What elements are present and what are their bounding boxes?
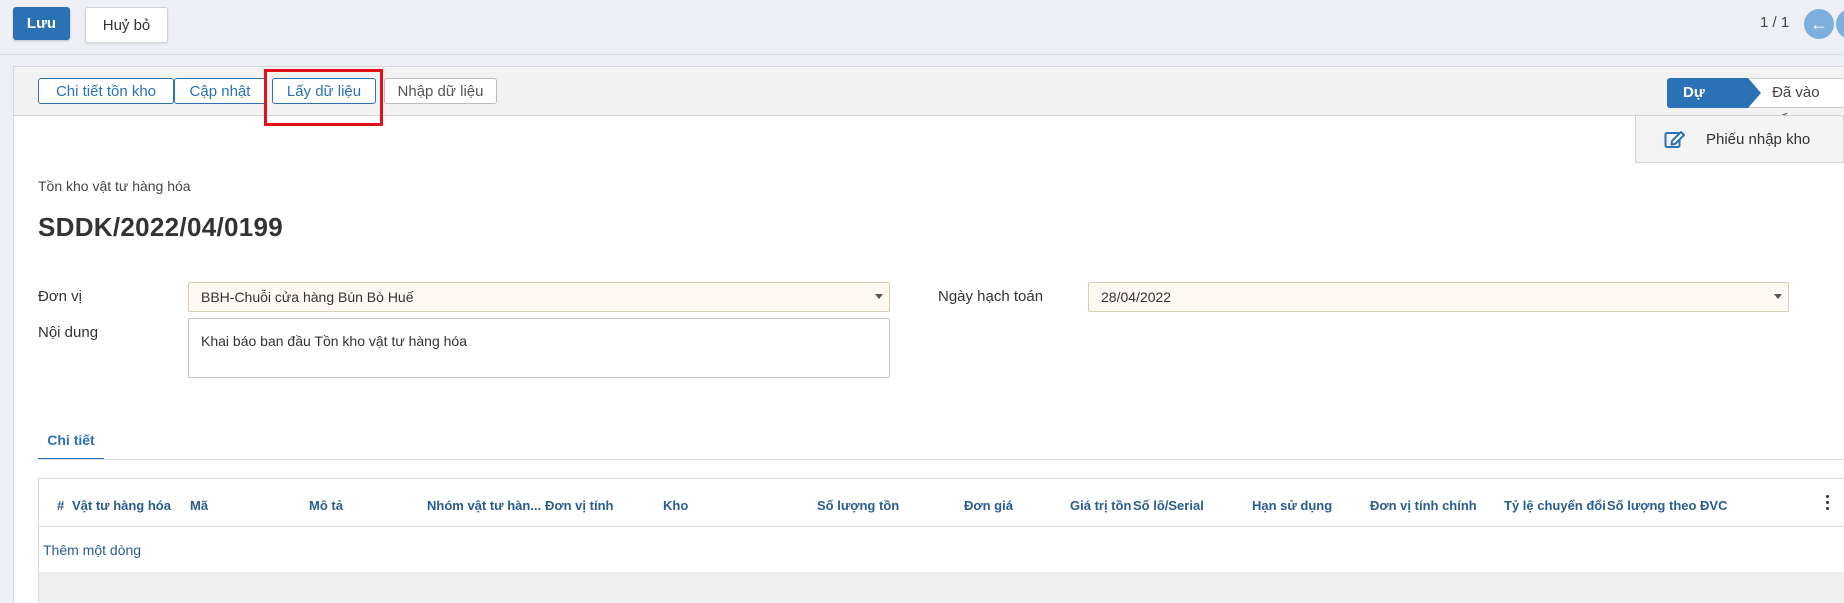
accounting-date-field[interactable]: 28/04/2022 [1088, 282, 1789, 312]
column-header-main-uom[interactable]: Đơn vị tính chính [1370, 498, 1477, 513]
status-stages: Dự thảo Đã vào sổ [1667, 78, 1844, 131]
stage-posted[interactable]: Đã vào sổ [1748, 78, 1844, 129]
tab-divider [38, 459, 1844, 460]
column-header-index[interactable]: # [57, 498, 64, 513]
table-footer [39, 572, 1844, 603]
smart-button-label: Phiếu nhập kho [1706, 130, 1811, 148]
pager-previous-button[interactable]: ← [1804, 9, 1834, 39]
column-header-code[interactable]: Mã [190, 498, 208, 513]
column-options-icon[interactable] [1826, 495, 1830, 513]
edit-icon [1664, 128, 1686, 150]
control-panel: Lưu Huỷ bỏ 1 / 1 ← → [0, 0, 1844, 55]
tab-detail[interactable]: Chi tiết [38, 430, 104, 460]
column-header-uom[interactable]: Đơn vị tính [545, 498, 613, 513]
column-header-item-group[interactable]: Nhóm vật tư hàn... [427, 498, 541, 513]
column-header-warehouse[interactable]: Kho [663, 498, 688, 513]
smart-button-receipt[interactable]: Phiếu nhập kho [1635, 115, 1844, 163]
save-button[interactable]: Lưu [13, 7, 70, 40]
column-header-conversion-rate[interactable]: Tỷ lệ chuyển đổi [1504, 498, 1606, 513]
unit-value: BBH-Chuỗi cửa hàng Bún Bò Huế [201, 289, 414, 305]
unit-label: Đơn vị [38, 288, 83, 305]
document-type: Tồn kho vật tư hàng hóa [38, 178, 191, 194]
detail-table: # Vật tư hàng hóa Mã Mô tả Nhóm vật tư h… [38, 478, 1844, 603]
column-header-unit-price[interactable]: Đơn giá [964, 498, 1013, 513]
column-header-stock-value[interactable]: Giá trị tồn [1070, 498, 1131, 513]
arrow-left-icon: ← [1810, 13, 1828, 34]
import-data-button[interactable]: Nhập dữ liệu [384, 78, 497, 104]
column-header-quantity-main-uom[interactable]: Số lượng theo ĐVC [1607, 498, 1728, 513]
pager-next-button[interactable]: → [1836, 9, 1844, 39]
accounting-date-label: Ngày hạch toán [938, 288, 1044, 305]
column-header-item[interactable]: Vật tư hàng hóa [72, 498, 171, 513]
column-header-lot-serial[interactable]: Số lô/Serial [1133, 498, 1204, 513]
content-textarea[interactable]: Khai báo ban đầu Tồn kho vật tư hàng hóa [188, 318, 890, 378]
add-line-link[interactable]: Thêm một dòng [43, 542, 141, 558]
column-header-description[interactable]: Mô tả [309, 498, 343, 513]
table-header: # Vật tư hàng hóa Mã Mô tả Nhóm vật tư h… [39, 479, 1844, 527]
pager-value: 1 / 1 [1760, 14, 1790, 31]
content-label: Nội dung [38, 324, 99, 341]
stock-detail-button[interactable]: Chi tiết tồn kho [38, 78, 174, 104]
highlight-box [264, 69, 383, 126]
caret-down-icon [1774, 294, 1782, 299]
column-header-expiry[interactable]: Hạn sử dụng [1252, 498, 1332, 513]
cancel-button[interactable]: Huỷ bỏ [85, 7, 168, 43]
update-button[interactable]: Cập nhật [174, 78, 266, 104]
accounting-date-value: 28/04/2022 [1101, 289, 1172, 305]
page-title: SDDK/2022/04/0199 [38, 212, 284, 242]
column-header-quantity[interactable]: Số lượng tồn [817, 498, 899, 513]
stage-draft[interactable]: Dự thảo [1667, 78, 1762, 131]
unit-select[interactable]: BBH-Chuỗi cửa hàng Bún Bò Huế [188, 282, 890, 312]
caret-down-icon [875, 294, 883, 299]
